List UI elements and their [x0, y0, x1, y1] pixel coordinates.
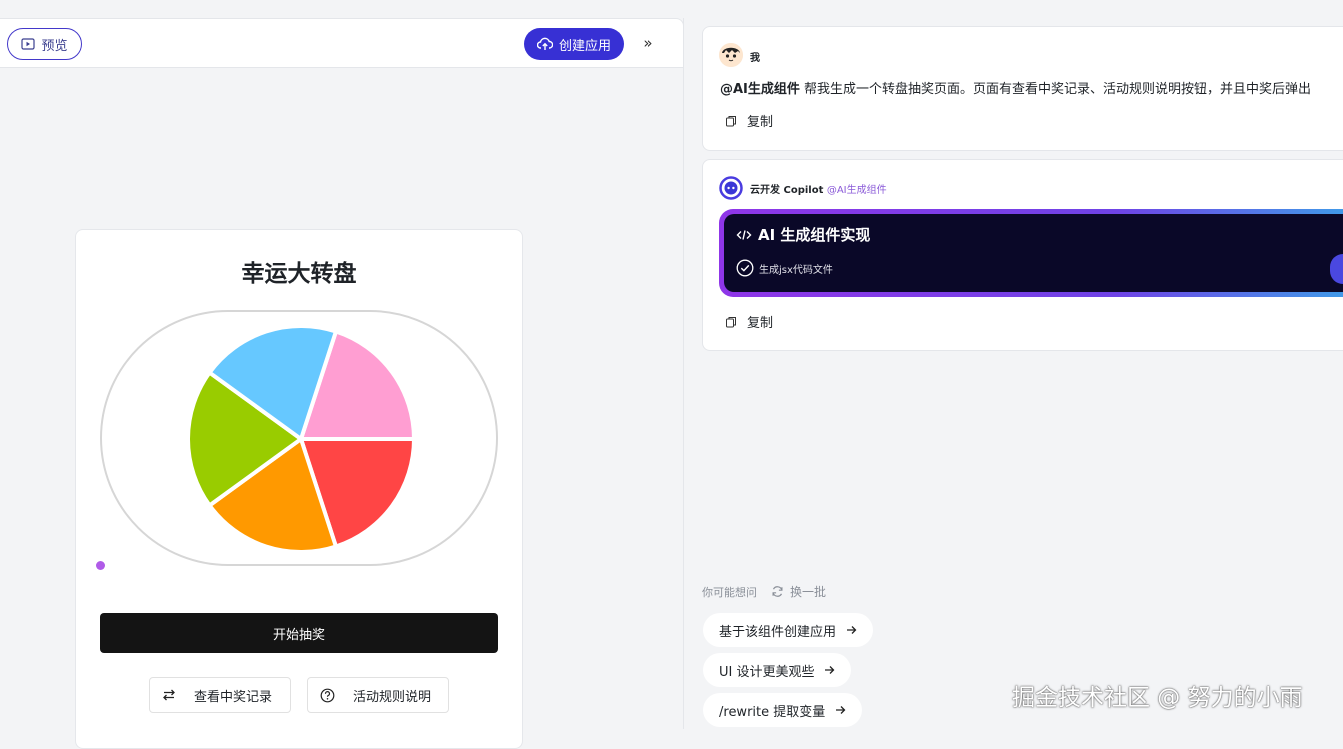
bot-mention: @AI生成组件	[826, 185, 887, 196]
bot-name-text: 云开发 Copilot	[750, 185, 824, 196]
refresh-icon	[772, 586, 783, 597]
generation-step-text: 生成jsx代码文件	[759, 264, 833, 276]
generation-card-title: AI 生成组件实现	[736, 224, 870, 245]
user-message-text: @AI生成组件 帮我生成一个转盘抽奖页面。页面有查看中奖记录、活动规则说明按钮，…	[720, 78, 1311, 97]
play-icon	[21, 38, 36, 50]
suggestions-title: 你可能想问	[702, 585, 757, 599]
refresh-label: 换一批	[790, 585, 827, 599]
user-avatar	[719, 43, 743, 67]
copilot-avatar	[719, 176, 743, 200]
preview-panel: 预览 创建应用 » 幸运大转盘 开始抽奖 查看中奖记录 活动规则说明	[0, 18, 684, 749]
create-app-label: 创建应用	[558, 38, 611, 54]
preview-toolbar: 预览 创建应用 »	[0, 18, 684, 68]
rules-label: 活动规则说明	[353, 689, 432, 705]
lucky-wheel-card: 幸运大转盘 开始抽奖 查看中奖记录 活动规则说明	[75, 229, 523, 749]
watermark: 掘金技术社区 @ 努力的小雨	[1012, 685, 1303, 711]
check-circle-icon	[736, 259, 754, 277]
view-records-button[interactable]: 查看中奖记录	[149, 677, 291, 713]
bot-name: 云开发 Copilot @AI生成组件	[750, 181, 887, 196]
expand-icon[interactable]: »	[638, 33, 658, 53]
user-mention: @AI生成组件	[720, 82, 800, 97]
arrow-right-icon	[847, 626, 857, 634]
suggestion-chip[interactable]: 基于该组件创建应用	[703, 613, 874, 647]
code-icon	[736, 229, 752, 240]
start-draw-button[interactable]: 开始抽奖	[100, 613, 498, 653]
wheel-frame	[100, 310, 498, 566]
rules-button[interactable]: 活动规则说明	[307, 677, 449, 713]
arrow-right-icon	[825, 666, 835, 674]
indicator-dot	[96, 561, 105, 570]
help-circle-icon	[320, 688, 335, 702]
bot-message: 云开发 Copilot @AI生成组件 AI 生成组件实现 生成jsx代码文件 …	[702, 159, 1343, 351]
generation-card[interactable]: AI 生成组件实现 生成jsx代码文件	[719, 209, 1343, 297]
suggestion-label: /rewrite 提取变量	[719, 704, 826, 720]
create-app-button[interactable]: 创建应用	[524, 28, 624, 60]
refresh-button[interactable]: 换一批	[771, 583, 826, 600]
suggestion-label: 基于该组件创建应用	[719, 624, 837, 640]
suggestion-chip[interactable]: /rewrite 提取变量	[703, 693, 863, 727]
generation-card-title-text: AI 生成组件实现	[758, 226, 871, 244]
card-action-button[interactable]	[1330, 254, 1343, 284]
prize-wheel[interactable]	[186, 324, 416, 554]
cloud-upload-icon	[536, 37, 553, 50]
suggestion-label: UI 设计更美观些	[719, 664, 815, 680]
user-message-body: 帮我生成一个转盘抽奖页面。页面有查看中奖记录、活动规则说明按钮，并且中奖后弹出	[799, 82, 1312, 97]
bot-copy-label: 复制	[747, 316, 774, 331]
user-message: 我 @AI生成组件 帮我生成一个转盘抽奖页面。页面有查看中奖记录、活动规则说明按…	[702, 26, 1343, 151]
suggestions-header: 你可能想问 换一批	[702, 583, 826, 600]
swap-icon	[163, 689, 175, 701]
view-records-label: 查看中奖记录	[194, 689, 273, 705]
generation-step: 生成jsx代码文件	[736, 259, 833, 277]
copy-icon	[726, 316, 736, 327]
generation-card-inner: AI 生成组件实现 生成jsx代码文件	[724, 214, 1343, 292]
page-title: 幸运大转盘	[241, 261, 357, 287]
preview-button[interactable]: 预览	[7, 28, 82, 60]
suggestion-chip[interactable]: UI 设计更美观些	[703, 653, 852, 687]
user-name: 我	[750, 53, 760, 64]
bot-copy-button[interactable]: 复制	[725, 312, 773, 331]
user-copy-button[interactable]: 复制	[725, 111, 773, 130]
arrow-right-icon	[836, 706, 846, 714]
user-copy-label: 复制	[747, 115, 774, 130]
copy-icon	[726, 115, 736, 126]
preview-button-label: 预览	[41, 38, 68, 54]
